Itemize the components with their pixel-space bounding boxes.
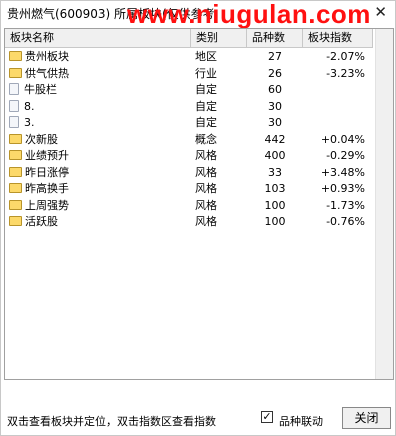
table-row[interactable]: 供气供热 行业 26 -3.23% (5, 66, 373, 82)
row-index-cell[interactable]: -3.23% (315, 66, 365, 82)
row-name-cell: 次新股 (9, 132, 58, 148)
folder-icon (9, 133, 22, 144)
table-row[interactable]: 昨日涨停 风格 33 +3.48% (5, 165, 373, 181)
table-row[interactable]: 贵州板块 地区 27 -2.07% (5, 49, 373, 65)
row-count-cell: 33 (268, 165, 282, 179)
row-type-cell: 地区 (195, 50, 217, 63)
watermark-text: www.niugulan.com (127, 0, 371, 29)
row-index-cell[interactable]: -0.29% (315, 148, 365, 164)
row-type-cell: 风格 (195, 198, 217, 212)
row-type-cell: 风格 (195, 165, 217, 179)
folder-icon (9, 183, 22, 193)
row-count-cell: 26 (268, 66, 282, 80)
row-index-cell[interactable]: -1.73% (315, 198, 365, 214)
row-name-text: 业绩预升 (25, 149, 69, 162)
folder-icon (9, 67, 22, 78)
column-header-index[interactable]: 板块指数 (303, 29, 373, 47)
product-link-label[interactable]: 品种联动 (279, 413, 323, 429)
table-row[interactable]: 上周强势 风格 100 -1.73% (5, 198, 373, 214)
table-row[interactable]: 昨高换手 风格 103 +0.93% (5, 181, 373, 197)
folder-icon (9, 216, 22, 226)
row-name-cell: 活跃股 (9, 214, 58, 230)
row-name-text: 昨高换手 (25, 182, 69, 195)
row-type-cell: 风格 (195, 149, 217, 162)
row-count-cell: 30 (268, 116, 282, 129)
row-count-cell: 27 (268, 50, 282, 63)
folder-icon (9, 150, 22, 160)
table-row[interactable]: 8. 自定 30 (5, 99, 373, 115)
row-name-text: 贵州板块 (25, 50, 69, 63)
row-name-cell: 上周强势 (9, 198, 69, 214)
close-button[interactable]: 关闭 (342, 407, 391, 429)
row-type-cell: 风格 (195, 182, 217, 195)
row-name-cell: 贵州板块 (9, 49, 69, 65)
row-name-cell: 昨日涨停 (9, 165, 69, 181)
table-row[interactable]: 次新股 概念 442 +0.04% (5, 132, 373, 148)
row-count-cell: 442 (264, 132, 286, 146)
sector-list[interactable]: 板块名称 类别 品种数 板块指数 贵州板块 地区 27 -2.07% 供气供热 行业 26 -… (4, 28, 394, 380)
row-name-cell: 8. (9, 99, 35, 115)
dialog-window: 贵州燃气(600903) 所属板块(仅供参考 www.niugulan.com … (0, 0, 396, 436)
row-name-text: 活跃股 (25, 215, 58, 228)
table-row[interactable]: 3. 自定 30 (5, 115, 373, 131)
product-link-checkbox[interactable]: ✓ (261, 411, 273, 423)
row-name-text: 供气供热 (25, 66, 69, 80)
row-name-cell: 供气供热 (9, 66, 69, 82)
column-header-name[interactable]: 板块名称 (5, 29, 191, 47)
file-icon (9, 83, 19, 95)
row-name-text: 牛股栏 (24, 83, 57, 96)
row-index-cell[interactable]: +0.93% (315, 181, 365, 197)
row-index-cell[interactable]: +3.48% (315, 165, 365, 181)
folder-icon (9, 199, 22, 210)
title-bar[interactable]: 贵州燃气(600903) 所属板块(仅供参考 www.niugulan.com … (1, 0, 395, 29)
column-header-type[interactable]: 类别 (191, 29, 247, 47)
row-count-cell: 100 (264, 215, 286, 228)
table-row[interactable]: 业绩预升 风格 400 -0.29% (5, 148, 373, 164)
row-name-cell: 业绩预升 (9, 148, 69, 164)
row-name-cell: 3. (9, 115, 35, 131)
close-icon[interactable]: ✕ (374, 3, 387, 21)
table-row[interactable]: 活跃股 风格 100 -0.76% (5, 214, 373, 230)
row-type-cell: 行业 (195, 66, 217, 80)
list-header: 板块名称 类别 品种数 板块指数 (5, 29, 373, 48)
row-type-cell: 风格 (195, 215, 217, 228)
row-count-cell: 30 (268, 99, 282, 113)
row-name-text: 次新股 (25, 132, 58, 146)
vertical-scrollbar[interactable] (375, 29, 393, 379)
folder-icon (9, 51, 22, 61)
row-count-cell: 100 (264, 198, 286, 212)
folder-icon (9, 166, 22, 177)
row-name-text: 3. (24, 116, 35, 129)
row-type-cell: 自定 (195, 83, 217, 96)
file-icon (9, 99, 19, 112)
row-index-cell[interactable]: -2.07% (315, 49, 365, 65)
row-type-cell: 概念 (195, 132, 217, 146)
row-name-text: 上周强势 (25, 198, 69, 212)
footer-hint: 双击查看板块并定位，双击指数区查看指数 (7, 415, 216, 428)
row-count-cell: 103 (264, 182, 286, 195)
row-name-cell: 牛股栏 (9, 82, 57, 98)
row-type-cell: 自定 (195, 116, 217, 129)
column-header-count[interactable]: 品种数 (247, 29, 303, 47)
row-count-cell: 60 (268, 83, 282, 96)
row-index-cell[interactable]: -0.76% (315, 214, 365, 230)
row-index-cell[interactable]: +0.04% (315, 132, 365, 148)
table-row[interactable]: 牛股栏 自定 60 (5, 82, 373, 98)
row-name-text: 昨日涨停 (25, 165, 69, 179)
row-count-cell: 400 (264, 149, 286, 162)
row-name-cell: 昨高换手 (9, 181, 69, 197)
file-icon (9, 116, 19, 128)
row-type-cell: 自定 (195, 99, 217, 113)
row-name-text: 8. (24, 99, 35, 113)
